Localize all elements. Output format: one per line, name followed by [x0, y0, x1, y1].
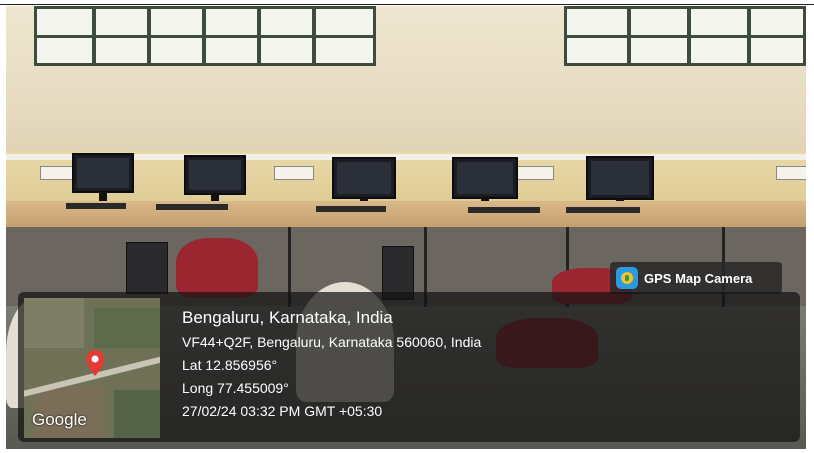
gps-badge-label: GPS Map Camera	[644, 270, 753, 286]
keyboard	[566, 207, 640, 213]
latitude: Lat 12.856956°	[182, 357, 278, 373]
keyboard	[156, 204, 228, 210]
gps-map-camera-badge: GPS Map Camera	[610, 262, 782, 294]
power-socket	[274, 166, 314, 180]
photo-frame: GPS Map Camera Google Bengaluru, Karnata…	[0, 0, 814, 453]
red-chair	[176, 238, 258, 298]
longitude: Long 77.455009°	[182, 380, 289, 396]
timestamp: 27/02/24 03:32 PM GMT +05:30	[182, 403, 383, 419]
location-pin-icon	[86, 350, 104, 376]
top-border-line	[0, 4, 814, 5]
computer-monitor	[452, 157, 518, 199]
computer-desk	[6, 201, 806, 227]
window-right	[564, 6, 806, 66]
keyboard	[468, 207, 540, 213]
gps-map-camera-app-icon	[616, 267, 638, 289]
google-wordmark: Google	[32, 410, 87, 429]
street-address: VF44+Q2F, Bengaluru, Karnataka 560060, I…	[182, 334, 482, 350]
window-left	[34, 6, 376, 66]
computer-monitor	[72, 153, 134, 193]
place-name: Bengaluru, Karnataka, India	[182, 308, 393, 327]
computer-monitor	[184, 155, 246, 195]
location-info: Bengaluru, Karnataka, India VF44+Q2F, Be…	[182, 308, 481, 426]
power-socket	[776, 166, 806, 180]
cpu-tower	[126, 242, 168, 294]
keyboard	[316, 206, 386, 212]
computer-monitor	[586, 156, 654, 200]
map-thumbnail: Google	[24, 298, 160, 438]
computer-monitor	[332, 157, 396, 199]
keyboard	[66, 203, 126, 209]
power-socket	[514, 166, 554, 180]
